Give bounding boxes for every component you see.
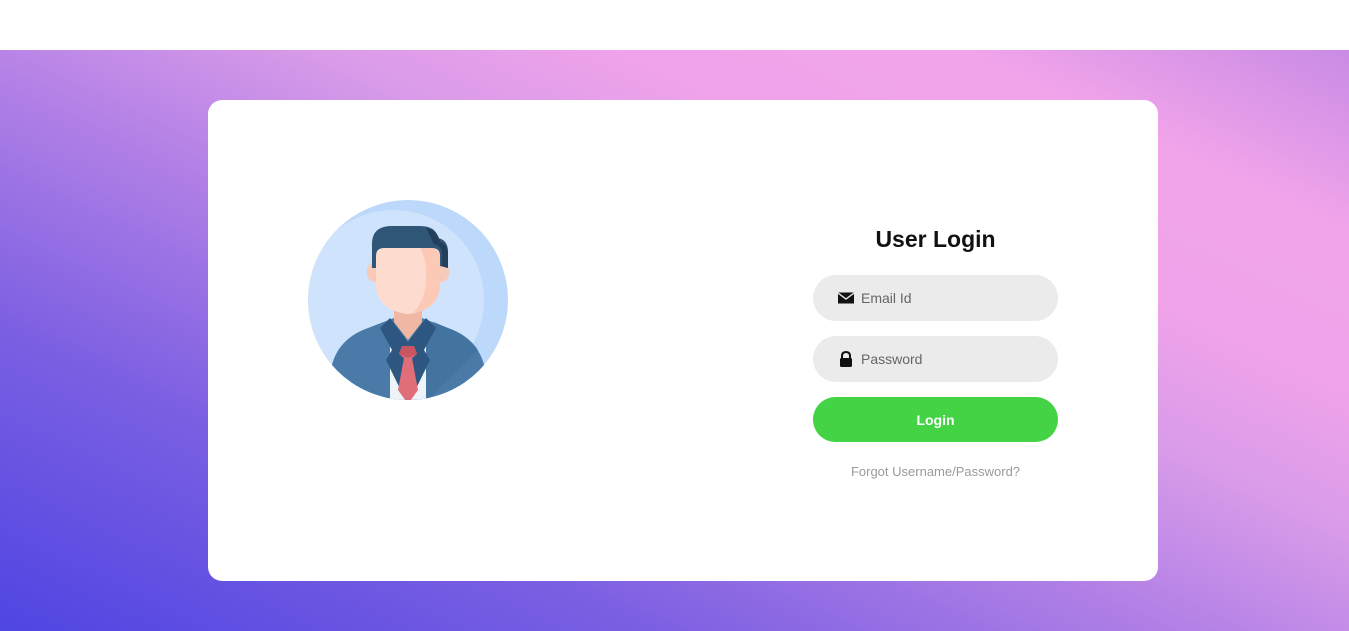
password-field[interactable] [861,336,1041,382]
login-form: User Login Login Forgot Username/Passwor… [813,220,1058,479]
forgot-password-link[interactable]: Forgot Username/Password? [813,464,1058,479]
login-card: User Login Login Forgot Username/Passwor… [208,100,1158,581]
login-button[interactable]: Login [813,397,1058,442]
lock-icon [840,351,852,367]
top-bar [0,0,1349,50]
user-avatar-icon [308,200,508,400]
envelope-icon [838,292,854,304]
page-title: User Login [875,226,996,252]
email-field-container [813,275,1058,321]
email-field[interactable] [861,275,1041,321]
password-field-container [813,336,1058,382]
